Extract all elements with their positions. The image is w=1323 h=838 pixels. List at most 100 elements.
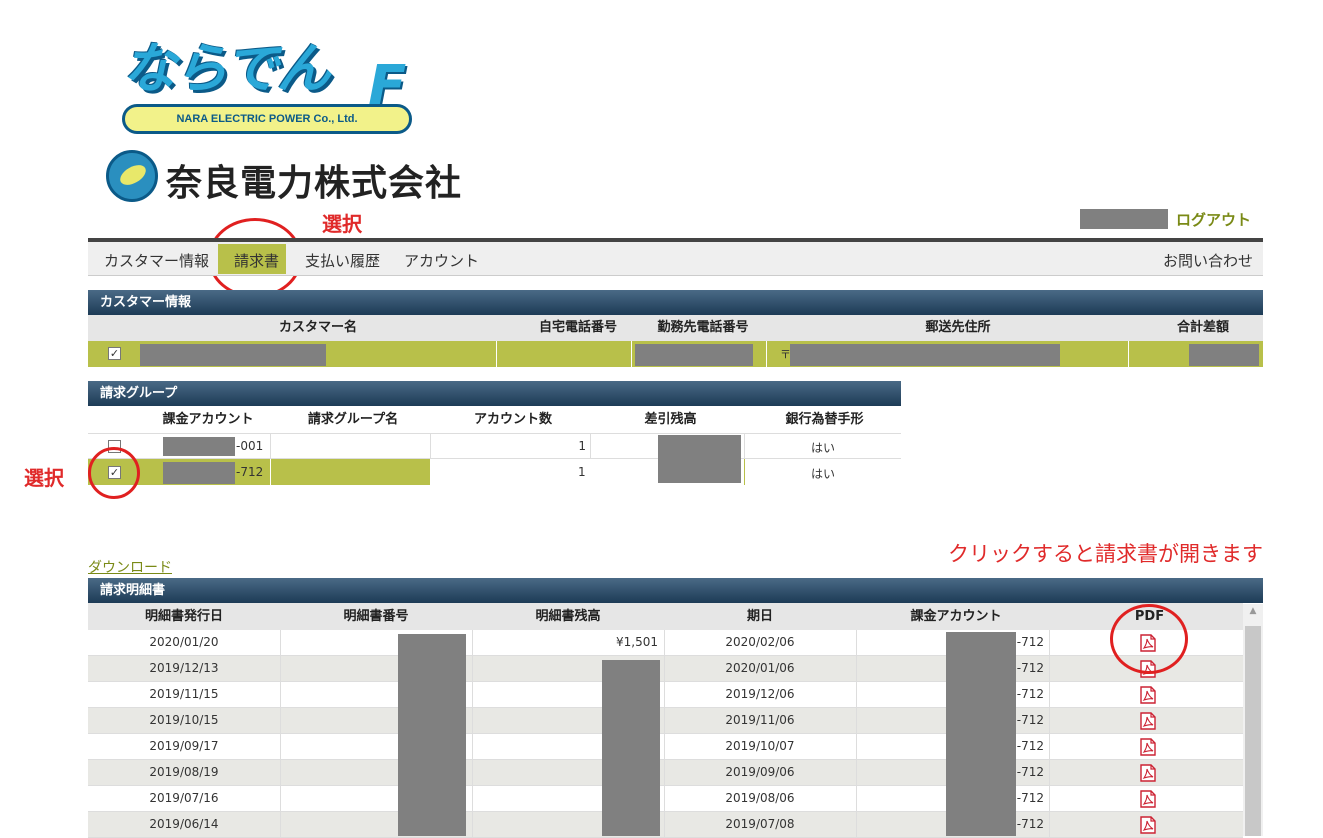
balance-cell bbox=[590, 459, 744, 485]
bank-draft-value: はい bbox=[810, 467, 835, 481]
divider bbox=[472, 812, 473, 838]
statement-balance: ¥1,501 bbox=[616, 635, 658, 649]
statement-issue-date: 2019/11/15 bbox=[149, 687, 219, 701]
statement-issue-date: 2019/08/19 bbox=[149, 765, 219, 779]
col-issue-date: 明細書発行日 bbox=[144, 609, 223, 624]
scroll-up-icon[interactable]: ▲ bbox=[1243, 606, 1263, 624]
account-redacted bbox=[163, 437, 235, 456]
balance-redacted bbox=[658, 435, 741, 459]
statement-row[interactable]: 2019/11/15 2019/12/06 -712 bbox=[88, 682, 1243, 708]
pdf-icon[interactable] bbox=[1140, 686, 1156, 704]
statement-issue-date: 2019/12/13 bbox=[149, 661, 219, 675]
col-billing-account: 課金アカウント bbox=[162, 412, 254, 427]
customer-name-redacted bbox=[140, 344, 326, 366]
divider bbox=[1049, 786, 1050, 812]
divider bbox=[631, 341, 632, 367]
customer-row-checkbox[interactable]: ✓ bbox=[108, 347, 121, 360]
statement-no-redacted bbox=[398, 634, 466, 836]
divider bbox=[1049, 630, 1050, 656]
divider bbox=[1128, 341, 1129, 367]
statement-row[interactable]: 2019/10/15 2019/11/06 -712 bbox=[88, 708, 1243, 734]
download-link[interactable]: ダウンロード bbox=[88, 557, 172, 577]
col-customer-name: カスタマー名 bbox=[278, 320, 357, 335]
work-phone-redacted bbox=[635, 344, 753, 366]
statement-issue-date: 2019/07/16 bbox=[149, 791, 219, 805]
statement-due-date: 2019/10/07 bbox=[725, 739, 795, 753]
divider bbox=[270, 434, 271, 458]
divider bbox=[280, 630, 281, 656]
divider bbox=[766, 341, 767, 367]
customer-table-header: カスタマー名 自宅電話番号 勤務先電話番号 郵送先住所 合計差額 bbox=[88, 315, 1263, 341]
account-redacted bbox=[163, 462, 235, 484]
company-logo: ならでん F NARA ELECTRIC POWER Co., Ltd. 奈良電… bbox=[100, 14, 478, 208]
divider bbox=[496, 341, 497, 367]
pdf-icon[interactable] bbox=[1140, 764, 1156, 782]
account-suffix: -001 bbox=[236, 439, 264, 453]
customer-panel-title: カスタマー情報 bbox=[88, 290, 1263, 315]
total-diff-redacted bbox=[1189, 344, 1259, 366]
logo-english-name: NARA ELECTRIC POWER Co., Ltd. bbox=[122, 104, 412, 134]
divider bbox=[1049, 734, 1050, 760]
statement-row[interactable]: 2019/06/14 2019/07/08 -712 bbox=[88, 812, 1243, 838]
account-count: 1 bbox=[578, 465, 586, 479]
divider bbox=[472, 734, 473, 760]
statement-row[interactable]: 2019/12/13 2020/01/06 -712 bbox=[88, 656, 1243, 682]
tab-payment-history[interactable]: 支払い履歴 bbox=[305, 250, 380, 271]
divider bbox=[1049, 708, 1050, 734]
contact-link[interactable]: お問い合わせ bbox=[1163, 250, 1253, 271]
tab-customer-info[interactable]: カスタマー情報 bbox=[104, 250, 209, 271]
col-due-date: 期日 bbox=[746, 609, 773, 624]
statement-row[interactable]: 2019/07/16 2019/08/06 -712 bbox=[88, 786, 1243, 812]
billing-group-title: 請求グループ bbox=[88, 381, 901, 406]
pdf-icon[interactable] bbox=[1140, 738, 1156, 756]
billing-account-redacted bbox=[946, 632, 1016, 836]
col-group-name: 請求グループ名 bbox=[307, 412, 399, 427]
annotation-circle-checkbox bbox=[88, 447, 140, 499]
divider bbox=[1049, 682, 1050, 708]
scroll-thumb[interactable] bbox=[1245, 626, 1261, 836]
logout-link[interactable]: ログアウト bbox=[1176, 209, 1251, 230]
divider bbox=[280, 734, 281, 760]
pdf-icon[interactable] bbox=[1140, 816, 1156, 834]
billing-group-row[interactable]: -001 1 はい bbox=[88, 433, 901, 459]
col-statement-balance: 明細書残高 bbox=[535, 609, 601, 624]
statement-due-date: 2019/08/06 bbox=[725, 791, 795, 805]
col-work-phone: 勤務先電話番号 bbox=[657, 320, 749, 335]
logo-emblem-icon bbox=[106, 150, 158, 202]
tab-account[interactable]: アカウント bbox=[404, 250, 479, 271]
statement-row[interactable]: 2019/09/17 2019/10/07 -712 bbox=[88, 734, 1243, 760]
col-account-count: アカウント数 bbox=[473, 412, 552, 427]
statement-due-date: 2019/09/06 bbox=[725, 765, 795, 779]
statement-due-date: 2019/07/08 bbox=[725, 817, 795, 831]
logo-brand-text: ならでん bbox=[122, 37, 330, 100]
billing-group-row[interactable]: ✓ -712 1 はい bbox=[88, 459, 901, 485]
divider bbox=[270, 459, 271, 485]
divider bbox=[280, 708, 281, 734]
address-redacted bbox=[790, 344, 1060, 366]
tab-invoices[interactable]: 請求書 bbox=[234, 250, 279, 271]
bank-draft-value: はい bbox=[810, 441, 835, 455]
statement-row[interactable]: 2019/08/19 2019/09/06 -712 bbox=[88, 760, 1243, 786]
annotation-select-top: 選択 bbox=[322, 212, 362, 236]
divider bbox=[280, 656, 281, 682]
statements-title: 請求明細書 bbox=[88, 578, 1263, 603]
col-total-diff: 合計差額 bbox=[1176, 320, 1229, 335]
statements-header: 明細書発行日 明細書番号 明細書残高 期日 課金アカウント PDF bbox=[88, 603, 1243, 630]
customer-row[interactable]: ✓ 〒 bbox=[88, 341, 1263, 367]
col-balance: 差引残高 bbox=[644, 412, 697, 427]
bank-cell: はい bbox=[745, 459, 901, 485]
pdf-icon[interactable] bbox=[1140, 712, 1156, 730]
divider bbox=[280, 786, 281, 812]
statement-due-date: 2020/02/06 bbox=[725, 635, 795, 649]
col-statement-no: 明細書番号 bbox=[343, 609, 409, 624]
annotation-select-left: 選択 bbox=[24, 466, 64, 490]
divider bbox=[1049, 656, 1050, 682]
statement-issue-date: 2019/06/14 bbox=[149, 817, 219, 831]
divider bbox=[1049, 812, 1050, 838]
annotation-click-note: クリックすると請求書が開きます bbox=[948, 542, 1263, 566]
divider bbox=[472, 656, 473, 682]
pdf-icon[interactable] bbox=[1140, 790, 1156, 808]
balance-redacted bbox=[658, 459, 741, 483]
statement-row[interactable]: 2020/01/20 ¥1,501 2020/02/06 -712 bbox=[88, 630, 1243, 656]
col-address: 郵送先住所 bbox=[925, 320, 991, 335]
